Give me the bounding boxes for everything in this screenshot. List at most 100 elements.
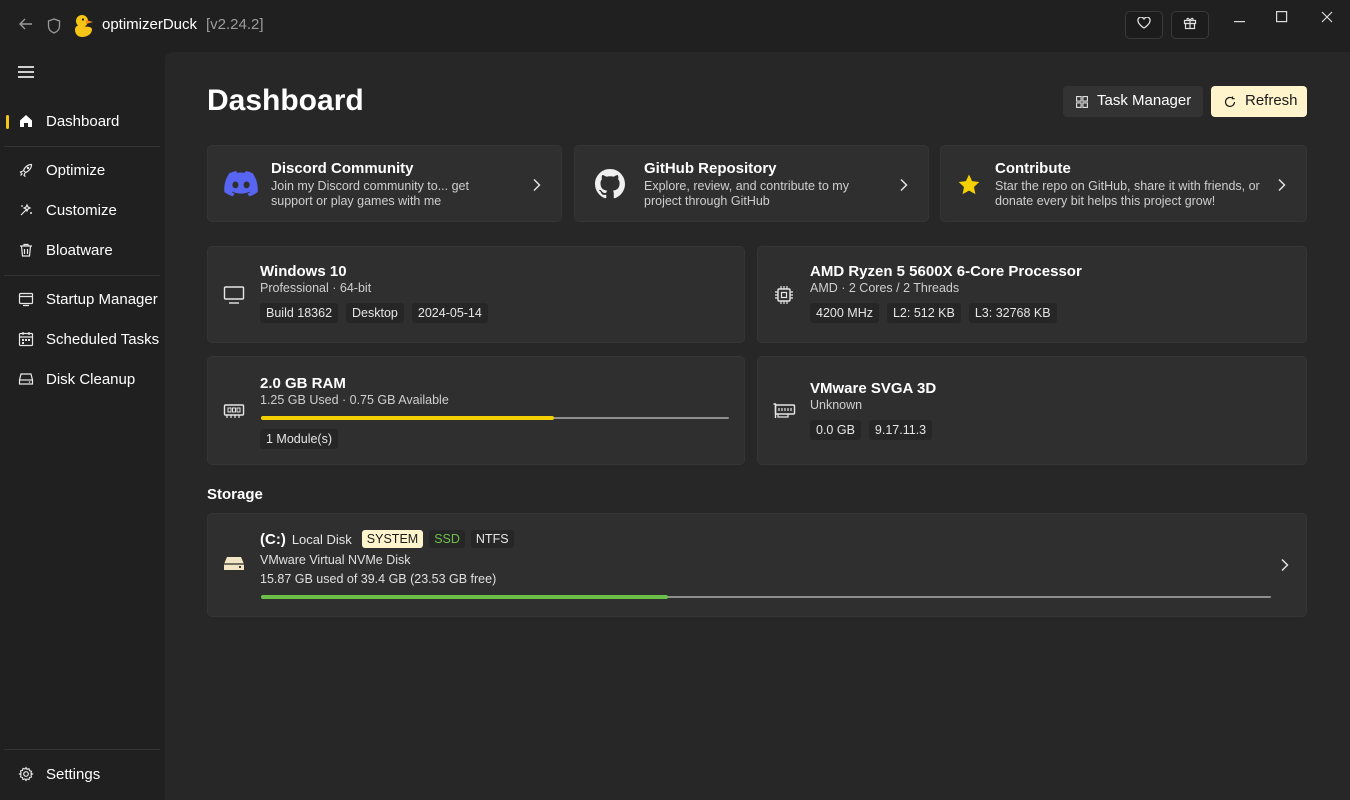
monitor-icon bbox=[223, 285, 245, 307]
main-content: Dashboard Task Manager Refresh Discord C… bbox=[165, 52, 1350, 800]
card-description: Star the repo on GitHub, share it with f… bbox=[995, 179, 1260, 208]
chevron-right-icon[interactable] bbox=[1280, 558, 1290, 572]
ram-usage-bar bbox=[261, 416, 729, 420]
sidebar-item-label: Optimize bbox=[46, 161, 106, 179]
sidebar-item-label: Settings bbox=[46, 765, 101, 783]
sidebar-item-startup-manager[interactable]: Startup Manager bbox=[4, 281, 161, 317]
cpu-card: AMD Ryzen 5 5600X 6-Core Processor AMD ·… bbox=[757, 246, 1307, 343]
sidebar-item-label: Customize bbox=[46, 201, 117, 219]
gpu-chips: 0.0 GB 9.17.11.3 bbox=[810, 420, 933, 440]
sidebar-item-label: Bloatware bbox=[46, 241, 113, 259]
card-description: Join my Discord community to... get supp… bbox=[271, 179, 469, 208]
sidebar: Dashboard Optimize Customize Bloatware S… bbox=[0, 52, 165, 800]
card-title: Discord Community bbox=[271, 160, 414, 177]
cpu-speed-chip: 4200 MHz bbox=[810, 303, 879, 323]
drive-header: (C:) Local Disk SYSTEM SSD NTFS bbox=[260, 530, 514, 548]
gift-icon bbox=[1183, 16, 1197, 35]
heart-icon bbox=[1137, 16, 1151, 34]
drive-usage-fill bbox=[261, 595, 669, 599]
maximize-icon bbox=[1276, 10, 1288, 26]
home-icon bbox=[18, 113, 34, 129]
divider bbox=[4, 275, 160, 276]
favorite-button[interactable] bbox=[1125, 11, 1163, 39]
calendar-icon bbox=[18, 331, 34, 347]
drive-usage-bar bbox=[261, 595, 1271, 599]
github-card[interactable]: GitHub Repository Explore, review, and c… bbox=[574, 145, 929, 222]
paint-icon bbox=[18, 202, 34, 218]
minimize-button[interactable] bbox=[1217, 8, 1263, 28]
cpu-cores: AMD · 2 Cores / 2 Threads bbox=[810, 281, 960, 295]
os-type-chip: Desktop bbox=[346, 303, 404, 323]
sidebar-item-scheduled-tasks[interactable]: Scheduled Tasks bbox=[4, 321, 161, 357]
gpu-card: VMware SVGA 3D Unknown 0.0 GB 9.17.11.3 bbox=[757, 356, 1307, 465]
os-build-chip: Build 18362 bbox=[260, 303, 339, 323]
maximize-button[interactable] bbox=[1259, 8, 1305, 28]
os-date-chip: 2024-05-14 bbox=[411, 303, 488, 323]
discord-card[interactable]: Discord Community Join my Discord commun… bbox=[207, 145, 562, 222]
cpu-l2-chip: L2: 512 KB bbox=[886, 303, 961, 323]
card-title: GitHub Repository bbox=[644, 160, 777, 177]
sidebar-item-label: Scheduled Tasks bbox=[46, 330, 160, 348]
drive-usage-text: 15.87 GB used of 39.4 GB (23.53 GB free) bbox=[260, 572, 497, 586]
chevron-right-icon bbox=[532, 178, 542, 192]
ram-usage-text: 1.25 GB Used · 0.75 GB Available bbox=[260, 393, 449, 407]
gpu-driver-chip: 9.17.11.3 bbox=[868, 420, 933, 440]
refresh-icon bbox=[1224, 95, 1236, 112]
gpu-icon bbox=[772, 402, 796, 424]
support-button[interactable] bbox=[1171, 11, 1209, 39]
gear-icon bbox=[18, 766, 34, 782]
hamburger-icon[interactable] bbox=[18, 66, 34, 78]
os-chips: Build 18362 Desktop 2024-05-14 bbox=[260, 303, 488, 323]
drive-label: Local Disk bbox=[291, 531, 352, 547]
app-name: optimizerDuck bbox=[102, 16, 198, 33]
drive-card[interactable]: (C:) Local Disk SYSTEM SSD NTFS VMware V… bbox=[207, 513, 1307, 617]
startup-icon bbox=[18, 291, 34, 307]
sidebar-item-dashboard[interactable]: Dashboard bbox=[4, 103, 161, 139]
cpu-icon bbox=[773, 284, 795, 306]
gpu-name: VMware SVGA 3D bbox=[810, 380, 937, 397]
sidebar-item-disk-cleanup[interactable]: Disk Cleanup bbox=[4, 361, 161, 397]
drive-icon bbox=[223, 555, 245, 577]
sidebar-item-customize[interactable]: Customize bbox=[4, 192, 161, 228]
chevron-right-icon bbox=[899, 178, 909, 192]
cpu-chips: 4200 MHz L2: 512 KB L3: 32768 KB bbox=[810, 303, 1057, 323]
minimize-icon bbox=[1234, 10, 1246, 26]
drive-model: VMware Virtual NVMe Disk bbox=[260, 553, 411, 567]
ram-icon bbox=[223, 402, 245, 424]
close-button[interactable] bbox=[1304, 8, 1350, 28]
divider bbox=[4, 749, 160, 750]
sidebar-item-label: Disk Cleanup bbox=[46, 370, 136, 388]
back-arrow-icon[interactable] bbox=[16, 16, 36, 36]
refresh-button[interactable]: Refresh bbox=[1211, 86, 1307, 117]
duck-logo-icon bbox=[73, 14, 95, 38]
sidebar-item-bloatware[interactable]: Bloatware bbox=[4, 232, 161, 268]
disk-icon bbox=[18, 371, 34, 387]
close-icon bbox=[1321, 10, 1333, 26]
refresh-label: Refresh bbox=[1245, 92, 1298, 109]
gpu-memory-chip: 0.0 GB bbox=[810, 420, 861, 440]
task-manager-label: Task Manager bbox=[1097, 92, 1192, 109]
ram-usage-fill bbox=[261, 416, 554, 420]
sidebar-item-settings[interactable]: Settings bbox=[4, 756, 161, 792]
sidebar-item-optimize[interactable]: Optimize bbox=[4, 152, 161, 188]
cpu-l3-chip: L3: 32768 KB bbox=[968, 303, 1057, 323]
ram-modules-chip: 1 Module(s) bbox=[260, 429, 338, 449]
page-title: Dashboard bbox=[207, 84, 364, 117]
discord-icon bbox=[224, 171, 258, 202]
drive-letter: (C:) bbox=[260, 530, 286, 548]
card-description: Explore, review, and contribute to my pr… bbox=[644, 179, 849, 208]
app-version: [v2.24.2] bbox=[206, 16, 264, 33]
sidebar-item-label: Startup Manager bbox=[46, 290, 158, 308]
os-edition: Professional · 64-bit bbox=[260, 281, 372, 295]
github-icon bbox=[595, 169, 625, 204]
system-badge: SYSTEM bbox=[361, 530, 424, 548]
rocket-icon bbox=[18, 162, 34, 178]
card-title: Contribute bbox=[995, 160, 1071, 177]
contribute-card[interactable]: Contribute Star the repo on GitHub, shar… bbox=[940, 145, 1307, 222]
storage-section-title: Storage bbox=[207, 486, 263, 503]
star-icon bbox=[958, 174, 980, 200]
sidebar-item-label: Dashboard bbox=[46, 112, 120, 130]
shield-icon bbox=[47, 16, 65, 36]
task-manager-button[interactable]: Task Manager bbox=[1063, 86, 1203, 117]
chevron-right-icon bbox=[1277, 178, 1287, 192]
